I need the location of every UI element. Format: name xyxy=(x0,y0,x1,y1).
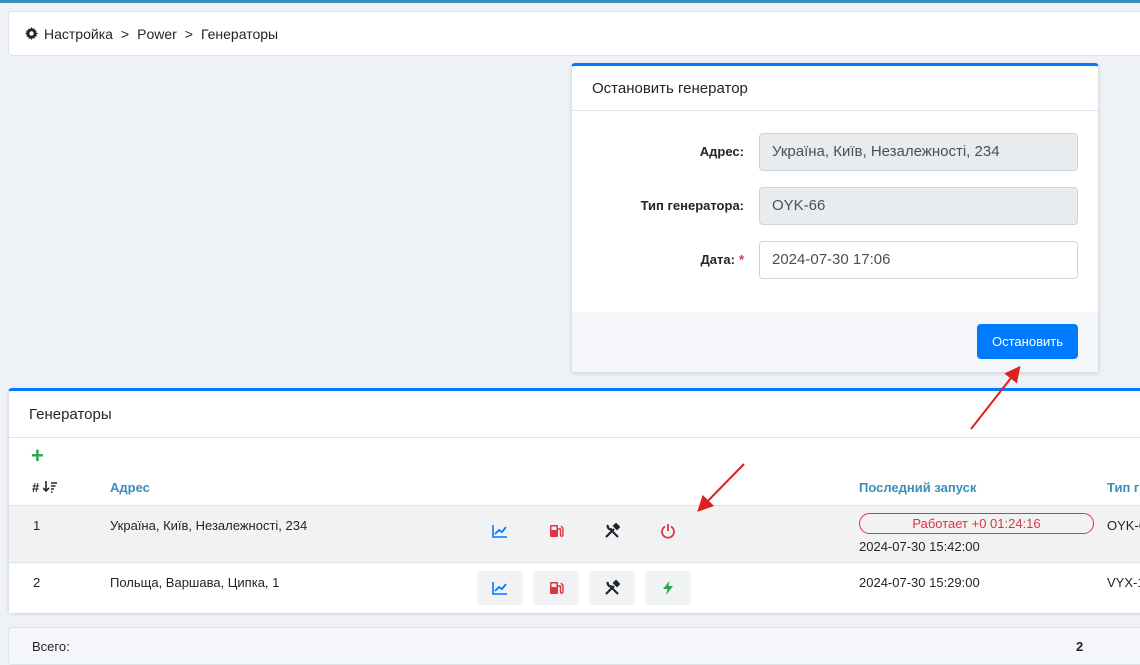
chart-button[interactable] xyxy=(477,571,523,605)
breadcrumb-item-power[interactable]: Power xyxy=(137,26,177,42)
stop-generator-button[interactable] xyxy=(645,514,691,548)
status-badge: Работает +0 01:24:16 xyxy=(859,513,1094,534)
table-row: 1 Україна, Київ, Незалежності, 234 Работ… xyxy=(9,506,1140,563)
fuel-button[interactable] xyxy=(533,514,579,548)
breadcrumb-separator: > xyxy=(184,25,193,42)
chart-line-icon xyxy=(492,582,507,595)
column-header-type[interactable]: Тип г xyxy=(1107,480,1139,495)
row-address: Україна, Київ, Незалежності, 234 xyxy=(110,518,308,533)
top-accent-line xyxy=(0,0,1140,3)
row-num: 2 xyxy=(33,575,41,590)
generators-title: Генераторы xyxy=(9,391,1140,438)
address-label: Адрес: xyxy=(699,144,744,159)
breadcrumb: Настройка > Power > Генераторы xyxy=(8,11,1140,56)
date-input[interactable]: 2024-07-30 17:06 xyxy=(759,241,1078,279)
row-type: VYX-1 xyxy=(1107,575,1140,590)
row-last-start: 2024-07-30 15:29:00 xyxy=(859,575,980,590)
gas-pump-icon xyxy=(550,525,564,537)
column-header-last-start[interactable]: Последний запуск xyxy=(859,480,976,495)
generator-type-row: Тип генератора: OYK-66 xyxy=(572,187,1098,225)
breadcrumb-item-settings[interactable]: Настройка xyxy=(44,26,113,42)
row-num: 1 xyxy=(33,518,41,533)
column-header-num[interactable]: # xyxy=(32,480,57,495)
stop-generator-modal: Остановить генератор Адрес: Україна, Киї… xyxy=(571,63,1099,373)
column-header-num-label: # xyxy=(32,480,40,495)
breadcrumb-separator: > xyxy=(120,25,130,42)
row-address: Польща, Варшава, Ципка, 1 xyxy=(110,575,280,590)
breadcrumb-item-generators: Генераторы xyxy=(200,25,279,42)
generators-card: Генераторы + # Адрес Последний запуск Ти… xyxy=(8,388,1140,613)
total-label: Всего: xyxy=(32,639,70,654)
fuel-button[interactable] xyxy=(533,571,579,605)
tools-icon xyxy=(605,523,620,538)
sort-desc-icon xyxy=(42,481,57,493)
table-row: 2 Польща, Варшава, Ципка, 1 2024-07-30 1… xyxy=(9,563,1140,613)
total-value: 2 xyxy=(1076,639,1084,654)
tools-icon xyxy=(605,580,620,595)
maintenance-button[interactable] xyxy=(589,514,635,548)
row-type: OYK-6 xyxy=(1107,518,1140,533)
total-footer: Всего: 2 xyxy=(8,627,1140,665)
maintenance-button[interactable] xyxy=(589,571,635,605)
generator-type-label: Тип генератора: xyxy=(640,198,744,213)
stop-button[interactable]: Остановить xyxy=(977,324,1078,359)
column-header-address[interactable]: Адрес xyxy=(110,480,150,495)
power-icon xyxy=(661,524,675,539)
date-label-text: Дата: xyxy=(700,252,735,267)
chart-button[interactable] xyxy=(477,514,523,548)
add-generator-button[interactable]: + xyxy=(31,445,44,467)
modal-title: Остановить генератор xyxy=(572,66,1098,111)
date-row: Дата: * 2024-07-30 17:06 xyxy=(572,241,1098,279)
gear-icon xyxy=(25,27,38,40)
start-generator-button[interactable] xyxy=(645,571,691,605)
date-label: Дата: * xyxy=(701,241,744,279)
address-row: Адрес: Україна, Київ, Незалежності, 234 xyxy=(572,133,1098,171)
required-mark: * xyxy=(738,252,744,267)
chart-line-icon xyxy=(492,525,507,538)
generator-type-field: OYK-66 xyxy=(759,187,1078,225)
modal-footer: Остановить xyxy=(572,312,1098,372)
bolt-icon xyxy=(663,581,673,595)
address-field: Україна, Київ, Незалежності, 234 xyxy=(759,133,1078,171)
gas-pump-icon xyxy=(550,582,564,594)
row-last-start: 2024-07-30 15:42:00 xyxy=(859,539,980,554)
